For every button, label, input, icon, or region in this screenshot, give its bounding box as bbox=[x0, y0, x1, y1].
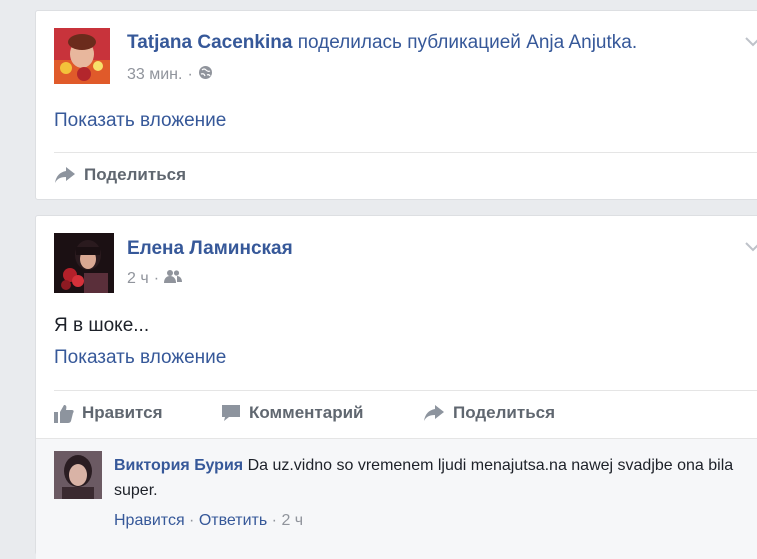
show-attachment-link[interactable]: Показать вложение bbox=[54, 110, 226, 132]
share-button[interactable]: Поделиться bbox=[423, 403, 555, 423]
friends-icon[interactable] bbox=[164, 269, 183, 289]
chevron-down-icon[interactable] bbox=[745, 242, 757, 252]
comment-button[interactable]: Комментарий bbox=[221, 403, 363, 423]
commenter-avatar[interactable] bbox=[54, 451, 102, 499]
comment-actions: Нравится · Ответить · 2 ч bbox=[114, 512, 303, 530]
share-icon bbox=[55, 167, 75, 183]
share-label: Поделиться bbox=[84, 165, 187, 184]
globe-icon[interactable] bbox=[198, 65, 213, 85]
avatar[interactable] bbox=[54, 28, 110, 84]
timestamp[interactable]: 2 ч bbox=[127, 270, 149, 288]
divider bbox=[54, 152, 757, 153]
comment-sep: · bbox=[267, 512, 282, 529]
post-card: Tatjana Cacenkina поделилась публикацией… bbox=[35, 10, 757, 200]
comment-icon bbox=[222, 405, 240, 421]
comment-author[interactable]: Виктория Бурия bbox=[114, 457, 243, 474]
comment-body: Виктория Бурия Da uz.vidno so vremenem l… bbox=[114, 453, 734, 503]
meta-separator: · bbox=[153, 270, 160, 287]
meta-separator: · bbox=[187, 66, 193, 83]
author-name[interactable]: Елена Ламинская bbox=[127, 238, 293, 260]
avatar[interactable] bbox=[54, 233, 114, 293]
like-label: Нравится bbox=[82, 403, 163, 422]
post-action-text[interactable]: поделилась публикацией Anja Anjutka. bbox=[298, 32, 637, 53]
chevron-down-icon[interactable] bbox=[745, 37, 757, 47]
share-label: Поделиться bbox=[453, 403, 556, 422]
post-card: Елена Ламинская 2 ч · Я в шоке... Показа… bbox=[35, 215, 757, 559]
comments-section: Виктория Бурия Da uz.vidno so vremenem l… bbox=[36, 438, 757, 559]
share-icon bbox=[424, 405, 444, 421]
timestamp[interactable]: 33 мин. bbox=[127, 66, 182, 84]
comment-time[interactable]: 2 ч bbox=[281, 512, 303, 529]
author-name[interactable]: Tatjana Cacenkina bbox=[127, 32, 292, 53]
post-meta: 2 ч · bbox=[127, 269, 183, 289]
share-button[interactable]: Поделиться bbox=[54, 165, 186, 185]
post-meta: 33 мин. · bbox=[127, 65, 213, 85]
thumbs-up-icon bbox=[54, 404, 74, 423]
comment-sep: · bbox=[184, 512, 199, 529]
divider bbox=[54, 390, 757, 391]
show-attachment-link[interactable]: Показать вложение bbox=[54, 347, 226, 369]
comment-reply-link[interactable]: Ответить bbox=[199, 512, 267, 529]
like-button[interactable]: Нравится bbox=[54, 403, 163, 423]
comment-label: Комментарий bbox=[249, 403, 364, 422]
post-header: Tatjana Cacenkina поделилась публикацией… bbox=[127, 32, 637, 54]
post-text: Я в шоке... bbox=[54, 315, 150, 336]
comment-like-link[interactable]: Нравится bbox=[114, 512, 185, 529]
